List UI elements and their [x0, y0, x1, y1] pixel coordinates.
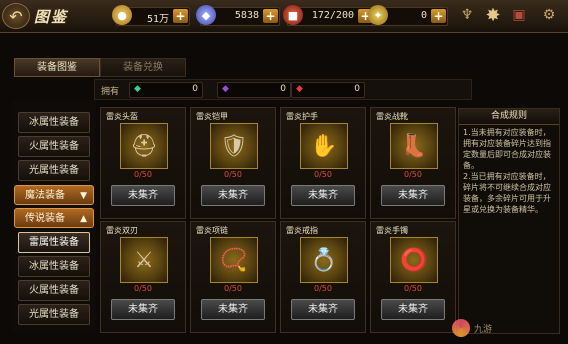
purple-shard-value: 0 — [280, 84, 286, 94]
diamond-icon: ◆ — [196, 5, 216, 25]
card-name: 雷炎铠甲 — [196, 112, 228, 121]
sidebar-item-light-legend[interactable]: 光属性装备 — [18, 304, 90, 325]
horn-icon[interactable]: ♆ — [456, 4, 478, 26]
card-progress: 0/50 — [134, 284, 152, 293]
dual-blade-icon: ⚔ — [120, 237, 168, 283]
diamond-add-button[interactable]: + — [263, 9, 278, 23]
card-name: 雷炎项链 — [196, 226, 228, 235]
sidebar-item-fire[interactable]: 火属性装备 — [18, 136, 90, 157]
red-shard-icon: ◆ — [296, 84, 303, 94]
gold-value: 51万 — [146, 14, 169, 25]
not-collected-button[interactable]: 未集齐 — [201, 299, 265, 320]
category-sidebar: 冰属性装备 火属性装备 光属性装备 魔法装备 ▼ 传说装备 ▲ 雷属性装备 冰属… — [12, 100, 96, 332]
purple-shard-counter: ◆ 0 — [217, 82, 291, 98]
card-name: 雷炎头盔 — [106, 112, 138, 121]
card-progress: 0/50 — [134, 170, 152, 179]
page-title: 图鉴 — [34, 8, 69, 26]
not-collected-button[interactable]: 未集齐 — [111, 299, 175, 320]
watermark: 九游 — [452, 316, 562, 340]
equipment-card[interactable]: 雷炎手镯 ⭕ 0/50 未集齐 — [370, 221, 456, 333]
card-progress: 0/50 — [314, 170, 332, 179]
stamina-icon: ■ — [283, 5, 303, 25]
not-collected-button[interactable]: 未集齐 — [291, 299, 355, 320]
necklace-icon: 📿 — [210, 237, 258, 283]
card-progress: 0/50 — [404, 284, 422, 293]
not-collected-button[interactable]: 未集齐 — [111, 185, 175, 206]
not-collected-button[interactable]: 未集齐 — [201, 185, 265, 206]
card-progress: 0/50 — [314, 284, 332, 293]
card-name: 雷炎手镯 — [376, 226, 408, 235]
not-collected-button[interactable]: 未集齐 — [381, 185, 445, 206]
tab-equipment-codex[interactable]: 装备图鉴 — [14, 58, 100, 77]
gold-resource: ● 51万 + — [112, 5, 190, 26]
purple-shard-icon: ◆ — [222, 84, 229, 94]
sidebar-category-magic[interactable]: 魔法装备 ▼ — [14, 185, 94, 205]
owned-shards-bar: 拥有 ◆ 0 ◆ 0 ◆ 0 — [94, 79, 472, 100]
diamond-value: 5838 — [234, 10, 259, 21]
equipment-card[interactable]: 雷炎双刃 ⚔ 0/50 未集齐 — [100, 221, 186, 333]
sidebar-item-ice-legend[interactable]: 冰属性装备 — [18, 256, 90, 277]
sidebar-item-fire-legend[interactable]: 火属性装备 — [18, 280, 90, 301]
diamond-resource: ◆ 5838 + — [196, 5, 280, 26]
ring-icon: 💍 — [300, 237, 348, 283]
top-bar: ↶ 图鉴 ● 51万 + ◆ 5838 + ■ 172/200 + ✦ 0 + … — [0, 0, 568, 33]
red-shard-counter: ◆ 0 — [291, 82, 365, 98]
card-name: 雷炎护手 — [286, 112, 318, 121]
category-label: 传说装备 — [25, 213, 65, 224]
red-shard-value: 0 — [354, 84, 360, 94]
card-name: 雷炎戒指 — [286, 226, 318, 235]
boots-icon: 👢 — [390, 123, 438, 169]
rules-title: 合成规则 — [459, 109, 559, 125]
token-value: 0 — [420, 10, 427, 21]
equipment-card[interactable]: 雷炎头盔 ⛑ 0/50 未集齐 — [100, 107, 186, 219]
chevron-down-icon: ▼ — [80, 191, 87, 201]
owned-label: 拥有 — [101, 87, 120, 97]
rules-text: 1.当未拥有对应装备时，拥有对应装备碎片达到指定数量后即可合成对应装备。 2.当… — [463, 128, 551, 214]
sidebar-item-ice[interactable]: 冰属性装备 — [18, 112, 90, 133]
gear-icon[interactable]: ⚙ — [538, 4, 560, 26]
chevron-up-icon: ▲ — [80, 214, 87, 224]
equipment-card[interactable]: 雷炎项链 📿 0/50 未集齐 — [190, 221, 276, 333]
green-shard-counter: ◆ 0 — [129, 82, 203, 98]
sidebar-item-light[interactable]: 光属性装备 — [18, 160, 90, 181]
token-add-button[interactable]: + — [431, 9, 446, 23]
watermark-logo-icon — [452, 319, 470, 337]
token-icon: ✦ — [368, 5, 388, 25]
chest-icon[interactable]: ▣ — [508, 4, 530, 26]
category-label: 魔法装备 — [25, 190, 65, 201]
card-name: 雷炎战靴 — [376, 112, 408, 121]
card-progress: 0/50 — [224, 284, 242, 293]
compass-star-icon[interactable]: ✸ — [482, 4, 504, 26]
tab-equipment-exchange[interactable]: 装备兑换 — [100, 58, 186, 77]
helmet-icon: ⛑ — [120, 123, 168, 169]
green-shard-value: 0 — [192, 84, 198, 94]
card-name: 雷炎双刃 — [106, 226, 138, 235]
armor-icon: 🛡 — [210, 123, 258, 169]
gold-coin-icon: ● — [112, 5, 132, 25]
equipment-card[interactable]: 雷炎戒指 💍 0/50 未集齐 — [280, 221, 366, 333]
back-arrow-icon: ↶ — [9, 6, 23, 26]
token-resource: ✦ 0 + — [368, 5, 448, 26]
gauntlet-icon: ✋ — [300, 123, 348, 169]
synthesis-rules-panel: 合成规则 1.当未拥有对应装备时，拥有对应装备碎片达到指定数量后即可合成对应装备… — [458, 108, 560, 334]
sidebar-category-legend[interactable]: 传说装备 ▲ — [14, 208, 94, 228]
bracelet-icon: ⭕ — [390, 237, 438, 283]
card-progress: 0/50 — [224, 170, 242, 179]
equipment-card[interactable]: 雷炎护手 ✋ 0/50 未集齐 — [280, 107, 366, 219]
back-button[interactable]: ↶ — [2, 3, 30, 29]
sidebar-item-thunder[interactable]: 雷属性装备 — [18, 232, 90, 253]
equipment-card[interactable]: 雷炎战靴 👢 0/50 未集齐 — [370, 107, 456, 219]
green-shard-icon: ◆ — [134, 84, 141, 94]
not-collected-button[interactable]: 未集齐 — [381, 299, 445, 320]
card-progress: 0/50 — [404, 170, 422, 179]
gold-add-button[interactable]: + — [173, 9, 188, 23]
stamina-value: 172/200 — [311, 10, 354, 21]
not-collected-button[interactable]: 未集齐 — [291, 185, 355, 206]
stamina-resource: ■ 172/200 + — [283, 5, 375, 26]
equipment-card[interactable]: 雷炎铠甲 🛡 0/50 未集齐 — [190, 107, 276, 219]
watermark-text: 九游 — [474, 324, 493, 335]
